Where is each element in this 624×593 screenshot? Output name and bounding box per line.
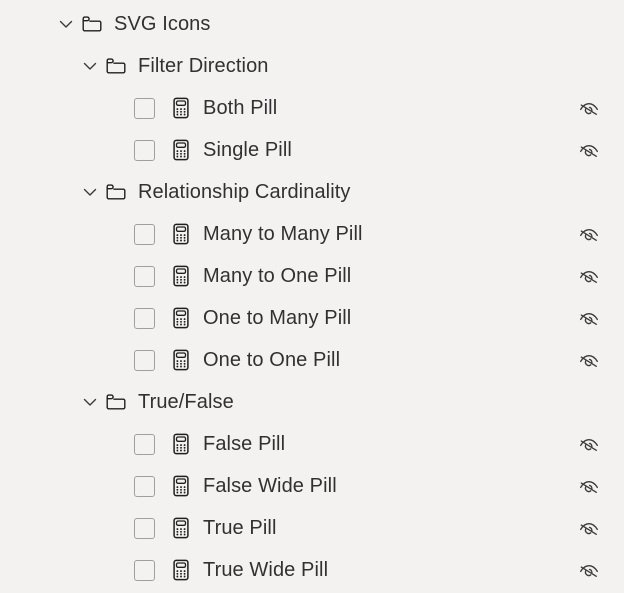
tree-item-row[interactable]: Many to Many Pill [0, 213, 624, 255]
checkbox-unchecked[interactable] [134, 307, 155, 329]
tree-group-label: Relationship Cardinality [138, 181, 351, 203]
tree-item-label: True Wide Pill [203, 559, 329, 581]
tree-group-row[interactable]: Filter Direction [0, 45, 624, 87]
tree-item-row[interactable]: Both Pill [0, 87, 624, 129]
chevron-down-icon[interactable] [79, 55, 101, 77]
tree-item-row[interactable]: One to Many Pill [0, 297, 624, 339]
svg-icons-tree: SVG Icons Filter Direction Both Pill Single… [0, 0, 624, 593]
tree-item-label: One to One Pill [203, 349, 341, 371]
tree-item-row[interactable]: Many to One Pill [0, 255, 624, 297]
tree-item-label: Many to Many Pill [203, 223, 363, 245]
tree-group-label: True/False [138, 391, 234, 413]
checkbox-unchecked[interactable] [134, 223, 155, 245]
calculator-icon [169, 516, 193, 540]
eye-off-icon[interactable] [576, 473, 602, 499]
eye-off-icon[interactable] [576, 95, 602, 121]
calculator-icon [169, 348, 193, 372]
folder-icon [79, 11, 105, 37]
tree-item-row[interactable]: True Wide Pill [0, 549, 624, 591]
calculator-icon [169, 306, 193, 330]
tree-group-row-root[interactable]: SVG Icons [0, 3, 624, 45]
chevron-down-icon[interactable] [79, 391, 101, 413]
folder-icon [103, 53, 129, 79]
checkbox-unchecked[interactable] [134, 265, 155, 287]
checkbox-unchecked[interactable] [134, 349, 155, 371]
checkbox-unchecked[interactable] [134, 139, 155, 161]
tree-group-label: Filter Direction [138, 55, 269, 77]
calculator-icon [169, 138, 193, 162]
eye-off-icon[interactable] [576, 431, 602, 457]
calculator-icon [169, 432, 193, 456]
checkbox-unchecked[interactable] [134, 97, 155, 119]
checkbox-unchecked[interactable] [134, 475, 155, 497]
eye-off-icon[interactable] [576, 221, 602, 247]
eye-off-icon[interactable] [576, 305, 602, 331]
calculator-icon [169, 264, 193, 288]
chevron-down-icon[interactable] [79, 181, 101, 203]
tree-item-row[interactable]: False Wide Pill [0, 465, 624, 507]
tree-item-label: False Wide Pill [203, 475, 337, 497]
tree-item-label: False Pill [203, 433, 286, 455]
eye-off-icon[interactable] [576, 137, 602, 163]
tree-item-row[interactable]: One to One Pill [0, 339, 624, 381]
checkbox-unchecked[interactable] [134, 517, 155, 539]
folder-icon [103, 179, 129, 205]
tree-item-row[interactable]: True Pill [0, 507, 624, 549]
checkbox-unchecked[interactable] [134, 433, 155, 455]
eye-off-icon[interactable] [576, 557, 602, 583]
chevron-down-icon[interactable] [55, 13, 77, 35]
eye-off-icon[interactable] [576, 515, 602, 541]
calculator-icon [169, 96, 193, 120]
folder-icon [103, 389, 129, 415]
eye-off-icon[interactable] [576, 347, 602, 373]
tree-item-row[interactable]: False Pill [0, 423, 624, 465]
tree-item-label: Single Pill [203, 139, 292, 161]
calculator-icon [169, 222, 193, 246]
tree-item-row[interactable]: Single Pill [0, 129, 624, 171]
tree-group-row[interactable]: Relationship Cardinality [0, 171, 624, 213]
tree-item-label: True Pill [203, 517, 277, 539]
tree-item-label: Both Pill [203, 97, 278, 119]
checkbox-unchecked[interactable] [134, 559, 155, 581]
tree-group-label: SVG Icons [114, 13, 211, 35]
tree-group-row[interactable]: True/False [0, 381, 624, 423]
calculator-icon [169, 474, 193, 498]
calculator-icon [169, 558, 193, 582]
eye-off-icon[interactable] [576, 263, 602, 289]
tree-item-label: One to Many Pill [203, 307, 352, 329]
tree-item-label: Many to One Pill [203, 265, 352, 287]
